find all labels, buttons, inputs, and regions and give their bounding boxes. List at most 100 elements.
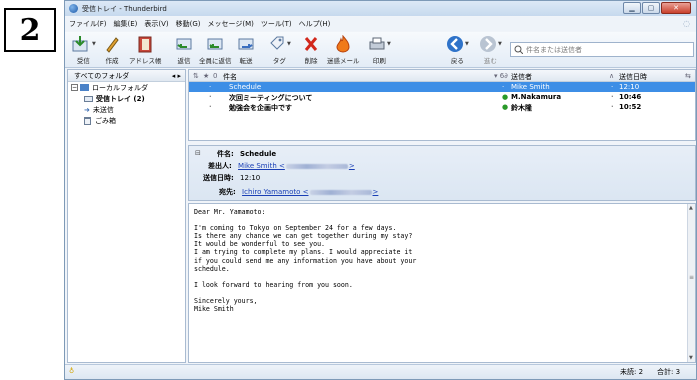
from-end: > (348, 162, 355, 170)
scroll-grip-icon[interactable]: ≡ (689, 274, 694, 281)
message-list: ⇅ ★ 0 件名 ▾ 6∂ 送信者 ∧ 送信日時 ⇆ · Schedule · … (188, 69, 696, 141)
print-button[interactable]: ▼ 印刷 (368, 34, 391, 65)
date-column-header[interactable]: 送信日時 (619, 72, 647, 82)
junk-label: 迷惑メール (327, 57, 360, 65)
get-mail-button[interactable]: ▼ 受信 (71, 34, 96, 65)
menu-tools[interactable]: ツール(T) (261, 19, 292, 29)
reply-label: 返信 (177, 57, 191, 65)
online-status-icon[interactable]: ♁ (69, 367, 74, 375)
menu-go[interactable]: 移動(G) (176, 19, 201, 29)
fire-icon (336, 34, 350, 53)
message-row-1[interactable]: · Schedule · Mike Smith · 12:10 (189, 82, 695, 92)
folder-label-inbox: 受信トレイ (2) (96, 94, 145, 103)
folder-item-local[interactable]: − ローカルフォルダ (68, 82, 185, 93)
menu-bar: ファイル(F) 編集(E) 表示(V) 移動(G) メッセージ(M) ツール(T… (65, 17, 696, 31)
forward-button[interactable]: 転送 (237, 34, 255, 65)
delete-label: 削除 (304, 57, 318, 65)
message-date: 12:10 (619, 83, 640, 91)
search-input[interactable]: 件名または送信者 (510, 42, 694, 57)
message-row-2[interactable]: · 次回ミーティングについて ● M.Nakamura · 10:46 (189, 92, 695, 102)
from-name: Mike Smith < (238, 162, 285, 170)
read-dot-icon: · (209, 93, 212, 101)
tag-button[interactable]: ▼ タグ (268, 34, 291, 65)
forward-nav-button[interactable]: ▼ 進む (479, 34, 502, 65)
unread-dot-icon: ● (502, 93, 509, 101)
reply-all-icon (207, 38, 223, 49)
address-book-icon (138, 36, 152, 52)
subject-column-header[interactable]: 件名 (223, 72, 237, 82)
status-bar: ♁ 未読: 2 合計: 3 (65, 364, 696, 379)
folder-pane-title: すべてのフォルダ (74, 71, 130, 80)
message-body[interactable]: Dear Mr. Yamamoto: I'm coming to Tokyo o… (188, 203, 696, 363)
from-link[interactable]: Mike Smith < > (238, 162, 355, 170)
tag-icon (270, 36, 284, 50)
reply-all-button[interactable]: 全員に返信 (199, 34, 232, 65)
get-mail-label: 受信 (76, 57, 90, 65)
folder-label-trash: ごみ箱 (95, 116, 116, 125)
to-label: 宛先: (219, 188, 236, 196)
main-toolbar: ▼ 受信 作成 アドレス帳 返信 全員に返信 転送 ▼ タグ 削除 迷惑メール … (65, 32, 696, 68)
collapse-icon[interactable]: − (71, 84, 78, 91)
folder-item-trash[interactable]: ごみ箱 (68, 115, 185, 126)
tag-label: タグ (272, 57, 286, 65)
step-number-badge: 2 (4, 8, 56, 52)
back-button[interactable]: ▼ 戻る (446, 34, 469, 65)
minimize-button[interactable]: ▁ (623, 2, 641, 14)
forward-arrow-icon (480, 35, 496, 52)
printer-icon (369, 37, 385, 49)
message-header-pane: ⊟ 件名: Schedule 差出人: Mike Smith < > 送信日時: … (188, 145, 696, 201)
trash-icon (84, 116, 91, 125)
body-line: I'm coming to Tokyo on September 24 for … (194, 224, 397, 233)
delete-button[interactable]: 削除 (302, 34, 320, 65)
message-row-3[interactable]: · 勉強会を企画中です ● 鈴木隆 · 10:52 (189, 102, 695, 112)
sort-indicator-icon: ∧ (609, 72, 615, 80)
menu-edit[interactable]: 編集(E) (114, 19, 138, 29)
to-link[interactable]: Ichiro Yamamoto < > (242, 188, 378, 196)
address-book-button[interactable]: アドレス帳 (129, 34, 162, 65)
maximize-icon: ▢ (647, 4, 655, 12)
menu-help[interactable]: ヘルプ(H) (299, 19, 331, 29)
body-scrollbar[interactable]: ▲ ≡ ▼ (687, 204, 695, 362)
reply-button[interactable]: 返信 (175, 34, 193, 65)
folder-item-outbox[interactable]: ➜ 未送信 (68, 104, 185, 115)
date-label: 送信日時: (203, 174, 234, 182)
sender-column-header[interactable]: 送信者 (511, 72, 532, 82)
message-sender: 鈴木隆 (511, 104, 532, 112)
scroll-up-icon[interactable]: ▲ (689, 205, 693, 211)
from-label: 差出人: (208, 162, 232, 170)
search-icon (514, 45, 523, 54)
message-sender: Mike Smith (511, 83, 550, 91)
computer-icon (80, 84, 89, 91)
attachment-column-icon[interactable]: 0 (213, 72, 217, 80)
folder-nav-arrows-icon[interactable]: ◂ ▸ (172, 72, 181, 80)
write-label: 作成 (105, 57, 119, 65)
window-title: 受信トレイ - Thunderbird (82, 4, 167, 13)
reply-icon (176, 38, 192, 49)
collapse-header-icon[interactable]: ⊟ (195, 149, 201, 157)
forward-nav-label: 進む (483, 57, 497, 65)
folder-item-inbox[interactable]: 受信トレイ (2) (68, 93, 185, 104)
close-button[interactable]: ✕ (661, 2, 691, 14)
menu-message[interactable]: メッセージ(M) (208, 19, 254, 29)
read-dot-icon: · (209, 103, 212, 111)
total-count: 合計: 3 (657, 368, 681, 376)
scroll-down-icon[interactable]: ▼ (689, 355, 693, 361)
title-bar: 受信トレイ - Thunderbird ▁ ▢ ✕ (65, 1, 696, 16)
star-column-icon[interactable]: ★ (203, 72, 209, 80)
thread-column-icon[interactable]: ⇅ (193, 72, 199, 80)
menu-file[interactable]: ファイル(F) (69, 19, 107, 29)
menu-view[interactable]: 表示(V) (144, 19, 168, 29)
column-picker-icon[interactable]: ⇆ (685, 72, 691, 80)
to-name: Ichiro Yamamoto < (242, 188, 309, 196)
write-button[interactable]: 作成 (103, 34, 121, 65)
body-line: I look forward to hearing from you soon. (194, 280, 353, 289)
subject-label: 件名: (217, 150, 234, 158)
folder-pane-header[interactable]: すべてのフォルダ ◂ ▸ (68, 70, 185, 82)
message-sender: M.Nakamura (511, 93, 562, 101)
maximize-button[interactable]: ▢ (642, 2, 660, 14)
junk-button[interactable]: 迷惑メール (327, 34, 360, 65)
read-dot-icon: · (502, 83, 505, 91)
message-subject: Schedule (229, 83, 262, 91)
read-column-icon[interactable]: ▾ 6∂ (494, 72, 508, 80)
print-label: 印刷 (372, 57, 386, 65)
